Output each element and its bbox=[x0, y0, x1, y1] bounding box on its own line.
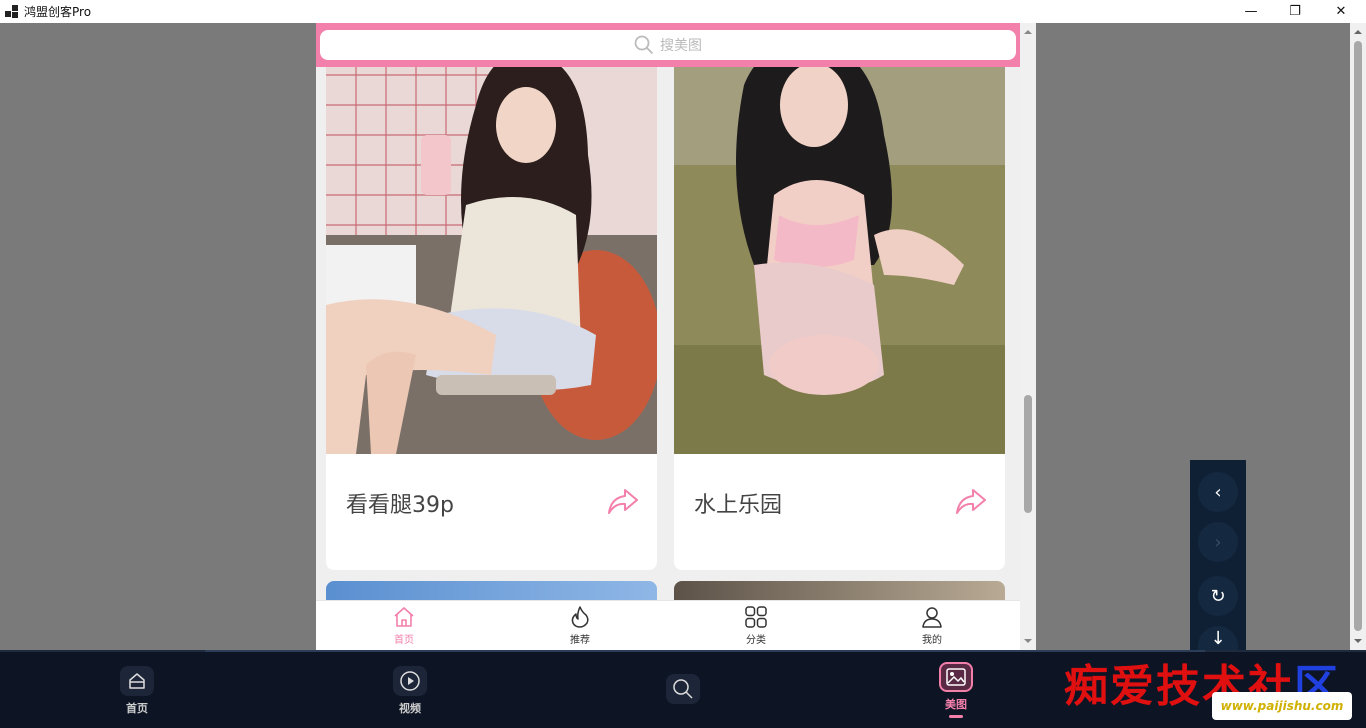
search-bar: 搜美图 bbox=[316, 23, 1020, 67]
watermark-logo: 痴爱技术社区 www.paijishu.com bbox=[1062, 650, 1362, 728]
nav-search[interactable] bbox=[648, 674, 718, 708]
watermark-url: www.paijishu.com bbox=[1212, 692, 1352, 720]
active-indicator bbox=[949, 715, 963, 718]
content-scrollbar[interactable] bbox=[1020, 23, 1036, 650]
tab-mine[interactable]: 我的 bbox=[844, 601, 1020, 650]
user-icon bbox=[922, 607, 942, 628]
gallery-card[interactable]: 水上乐园 bbox=[674, 45, 1005, 570]
scroll-down-icon[interactable] bbox=[1350, 634, 1366, 648]
forward-button[interactable]: › bbox=[1198, 522, 1238, 562]
back-button[interactable]: ‹ bbox=[1198, 472, 1238, 512]
close-button[interactable]: ✕ bbox=[1318, 0, 1364, 23]
app-icon bbox=[5, 4, 19, 19]
search-icon bbox=[673, 679, 693, 699]
share-icon[interactable] bbox=[955, 487, 987, 519]
maximize-button[interactable]: ❐ bbox=[1272, 0, 1318, 23]
search-placeholder: 搜美图 bbox=[660, 38, 702, 54]
nav-gallery[interactable]: 美图 bbox=[921, 662, 991, 718]
scroll-up-icon[interactable] bbox=[1350, 25, 1366, 39]
scroll-bottom-button[interactable]: ↓ bbox=[1198, 626, 1238, 650]
grid-icon bbox=[745, 606, 767, 628]
window-title: 鸿盟创客Pro bbox=[24, 5, 92, 19]
search-input[interactable]: 搜美图 bbox=[320, 30, 1016, 60]
home-icon bbox=[394, 607, 414, 627]
tab-category-label: 分类 bbox=[746, 635, 766, 646]
tab-recommend[interactable]: 推荐 bbox=[492, 601, 668, 650]
nav-gallery-label: 美图 bbox=[945, 698, 967, 711]
scrollbar-thumb[interactable] bbox=[1024, 395, 1032, 513]
nav-home[interactable]: 首页 bbox=[102, 666, 172, 716]
window-scrollbar[interactable] bbox=[1350, 23, 1366, 650]
app-viewport: 看看腿39p 水上乐园 搜美图 首页 推荐 分类 我的 ‹ › ↻ ↓ bbox=[0, 23, 1366, 650]
home-icon bbox=[129, 673, 145, 689]
flame-icon bbox=[571, 606, 589, 628]
minimize-button[interactable]: — bbox=[1228, 0, 1274, 23]
reload-button[interactable]: ↻ bbox=[1198, 576, 1238, 616]
search-icon bbox=[634, 35, 654, 55]
scrollbar-thumb[interactable] bbox=[1354, 41, 1362, 631]
tab-mine-label: 我的 bbox=[922, 635, 942, 646]
browser-side-nav: ‹ › ↻ ↓ bbox=[1190, 460, 1246, 650]
scroll-down-icon[interactable] bbox=[1020, 634, 1036, 648]
tab-category[interactable]: 分类 bbox=[668, 601, 844, 650]
nav-video-label: 视频 bbox=[399, 702, 421, 715]
card-image[interactable] bbox=[326, 45, 657, 454]
window-titlebar: 鸿盟创客Pro — ❐ ✕ bbox=[0, 0, 1366, 23]
play-icon bbox=[400, 671, 420, 691]
nav-video[interactable]: 视频 bbox=[375, 666, 445, 716]
nav-home-label: 首页 bbox=[126, 702, 148, 715]
card-caption: 水上乐园 bbox=[694, 493, 783, 518]
card-caption: 看看腿39p bbox=[346, 493, 454, 518]
bottom-tab-bar: 首页 推荐 分类 我的 bbox=[316, 600, 1020, 650]
share-icon[interactable] bbox=[607, 487, 639, 519]
image-icon bbox=[946, 668, 966, 686]
scroll-up-icon[interactable] bbox=[1020, 25, 1036, 39]
web-view: 看看腿39p 水上乐园 搜美图 首页 推荐 分类 我的 bbox=[316, 23, 1036, 650]
gallery-card[interactable]: 看看腿39p bbox=[326, 45, 657, 570]
tab-home[interactable]: 首页 bbox=[316, 601, 492, 650]
tab-recommend-label: 推荐 bbox=[570, 635, 590, 646]
card-image[interactable] bbox=[674, 45, 1005, 454]
tab-home-label: 首页 bbox=[394, 635, 414, 646]
